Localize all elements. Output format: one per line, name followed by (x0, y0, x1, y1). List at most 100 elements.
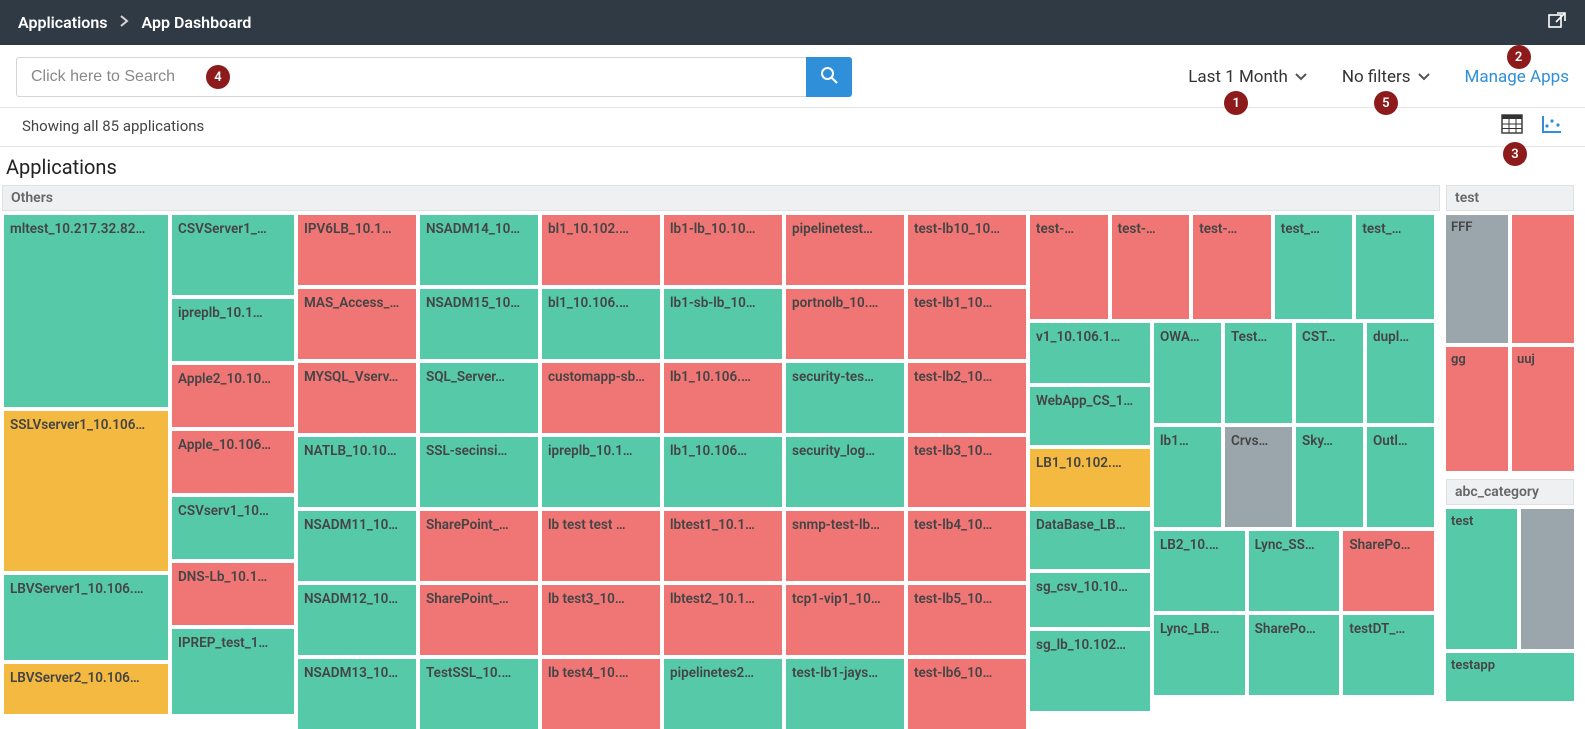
app-cell[interactable]: DataBase_LB… (1030, 511, 1150, 569)
app-cell[interactable]: bl1_10.106.… (542, 289, 660, 359)
app-cell[interactable]: test-… (1193, 215, 1271, 319)
app-cell[interactable]: DNS-Lb_10.1… (172, 563, 294, 625)
app-cell[interactable]: IPV6LB_10.1… (298, 215, 416, 285)
app-cell[interactable]: security-tes… (786, 363, 904, 433)
filters-label: No filters (1342, 67, 1411, 87)
treemap-group-others: Others mltest_10.217.32.82… SSLVserver1_… (2, 185, 1440, 729)
app-cell[interactable]: mltest_10.217.32.82… (4, 215, 168, 407)
manage-apps-link[interactable]: Manage Apps (1465, 67, 1569, 87)
app-cell[interactable]: MAS_Access_… (298, 289, 416, 359)
app-cell[interactable]: Lync_SS… (1249, 531, 1340, 611)
app-cell[interactable]: Apple2_10.10… (172, 365, 294, 427)
app-cell[interactable]: test-… (1112, 215, 1190, 319)
app-cell[interactable]: testDT_… (1343, 615, 1434, 695)
app-cell[interactable]: pipelinetest… (786, 215, 904, 285)
chart-view-icon[interactable] (1541, 114, 1563, 138)
top-bar: Applications App Dashboard (0, 0, 1585, 45)
app-cell[interactable]: Crvs… (1225, 427, 1292, 527)
app-cell[interactable]: SharePoint_… (420, 585, 538, 655)
search-button[interactable] (806, 57, 852, 97)
app-cell[interactable]: v1_10.106.1… (1030, 323, 1150, 383)
app-cell[interactable]: lb1-sb-lb_10… (664, 289, 782, 359)
app-cell[interactable]: test-lb1-jays… (786, 659, 904, 729)
app-cell[interactable]: TestSSL_10.… (420, 659, 538, 729)
app-cell[interactable]: Lync_LB… (1154, 615, 1245, 695)
app-cell[interactable]: LBVServer2_10.106… (4, 664, 168, 714)
app-cell[interactable]: test (1446, 509, 1517, 649)
breadcrumb-root[interactable]: Applications (18, 13, 107, 32)
app-cell[interactable]: test-lb1_10… (908, 289, 1026, 359)
app-cell[interactable]: NSADM11_10… (298, 511, 416, 581)
app-cell[interactable]: lb1… (1154, 427, 1221, 527)
app-cell[interactable] (1512, 215, 1574, 343)
app-cell[interactable] (1521, 509, 1574, 649)
app-cell[interactable]: WebApp_CS_1… (1030, 387, 1150, 445)
app-cell[interactable]: NSADM15_10… (420, 289, 538, 359)
app-cell[interactable]: Sky… (1296, 427, 1363, 527)
app-cell[interactable]: SQL_Server… (420, 363, 538, 433)
app-cell[interactable]: lb1_10.106… (664, 437, 782, 507)
app-cell[interactable]: NSADM13_10… (298, 659, 416, 729)
app-cell[interactable]: tcp1-vip1_10… (786, 585, 904, 655)
app-cell[interactable]: Test… (1225, 323, 1292, 423)
search-input[interactable] (16, 57, 806, 97)
app-cell[interactable]: test-lb3_10… (908, 437, 1026, 507)
app-cell[interactable]: dupl… (1367, 323, 1434, 423)
app-cell[interactable]: sg_csv_10.10… (1030, 573, 1150, 627)
app-cell[interactable]: security_log… (786, 437, 904, 507)
app-cell[interactable]: lbtest1_10.1… (664, 511, 782, 581)
app-cell[interactable]: FFF (1446, 215, 1508, 343)
table-view-icon[interactable] (1501, 114, 1523, 138)
group-label-abc: abc_category (1446, 479, 1574, 505)
breadcrumb: Applications App Dashboard (18, 13, 251, 32)
app-cell[interactable]: ipreplb_10.1… (542, 437, 660, 507)
app-cell[interactable]: NSADM14_10… (420, 215, 538, 285)
app-cell[interactable]: CSVServer1_… (172, 215, 294, 295)
app-cell[interactable]: SharePoint_… (420, 511, 538, 581)
app-cell[interactable]: snmp-test-lb… (786, 511, 904, 581)
app-cell[interactable]: test-lb2_10… (908, 363, 1026, 433)
app-cell[interactable]: uuj (1512, 347, 1574, 471)
app-cell[interactable]: lb test4_10.… (542, 659, 660, 729)
app-cell[interactable]: test-… (1030, 215, 1108, 319)
app-cell[interactable]: IPREP_test_1… (172, 629, 294, 714)
app-cell[interactable]: gg (1446, 347, 1508, 471)
app-cell[interactable]: NSADM12_10… (298, 585, 416, 655)
app-cell[interactable]: sg_lb_10.102… (1030, 631, 1150, 711)
app-cell[interactable]: lb test test … (542, 511, 660, 581)
app-cell[interactable]: customapp-sb… (542, 363, 660, 433)
app-cell[interactable]: pipelinetes2… (664, 659, 782, 729)
breadcrumb-current: App Dashboard (141, 13, 251, 32)
popout-icon[interactable] (1547, 11, 1567, 35)
app-cell[interactable]: test-lb10_10… (908, 215, 1026, 285)
app-cell[interactable]: lb1-lb_10.10… (664, 215, 782, 285)
app-cell[interactable]: SharePo… (1343, 531, 1434, 611)
app-cell[interactable]: MYSQL_Vserv… (298, 363, 416, 433)
filters-dropdown[interactable]: No filters 5 (1342, 67, 1431, 87)
app-cell[interactable]: test-lb4_10… (908, 511, 1026, 581)
app-cell[interactable]: testapp (1446, 653, 1574, 701)
app-cell[interactable]: lbtest2_10.1… (664, 585, 782, 655)
app-cell[interactable]: SSL-secinsi… (420, 437, 538, 507)
app-cell[interactable]: SSLVserver1_10.106… (4, 411, 168, 571)
app-cell[interactable]: Apple_10.106… (172, 431, 294, 493)
app-cell[interactable]: CST… (1296, 323, 1363, 423)
app-cell[interactable]: bl1_10.102.… (542, 215, 660, 285)
app-cell[interactable]: SharePo… (1249, 615, 1340, 695)
app-cell[interactable]: test-lb5_10… (908, 585, 1026, 655)
app-cell[interactable]: LBVServer1_10.106.… (4, 575, 168, 660)
app-cell[interactable]: ipreplb_10.1… (172, 299, 294, 361)
app-cell[interactable]: NATLB_10.10… (298, 437, 416, 507)
app-cell[interactable]: CSVserv1_10… (172, 497, 294, 559)
app-cell[interactable]: Outl… (1367, 427, 1434, 527)
app-cell[interactable]: LB2_10.… (1154, 531, 1245, 611)
app-cell[interactable]: lb1_10.106.… (664, 363, 782, 433)
app-cell[interactable]: lb test3_10… (542, 585, 660, 655)
app-cell[interactable]: test_… (1356, 215, 1434, 319)
app-cell[interactable]: test_… (1275, 215, 1353, 319)
time-range-dropdown[interactable]: Last 1 Month 1 (1188, 67, 1308, 87)
app-cell[interactable]: OWA… (1154, 323, 1221, 423)
app-cell[interactable]: portnolb_10.… (786, 289, 904, 359)
app-cell[interactable]: test-lb6_10… (908, 659, 1026, 729)
app-cell[interactable]: LB1_10.102.… (1030, 449, 1150, 507)
